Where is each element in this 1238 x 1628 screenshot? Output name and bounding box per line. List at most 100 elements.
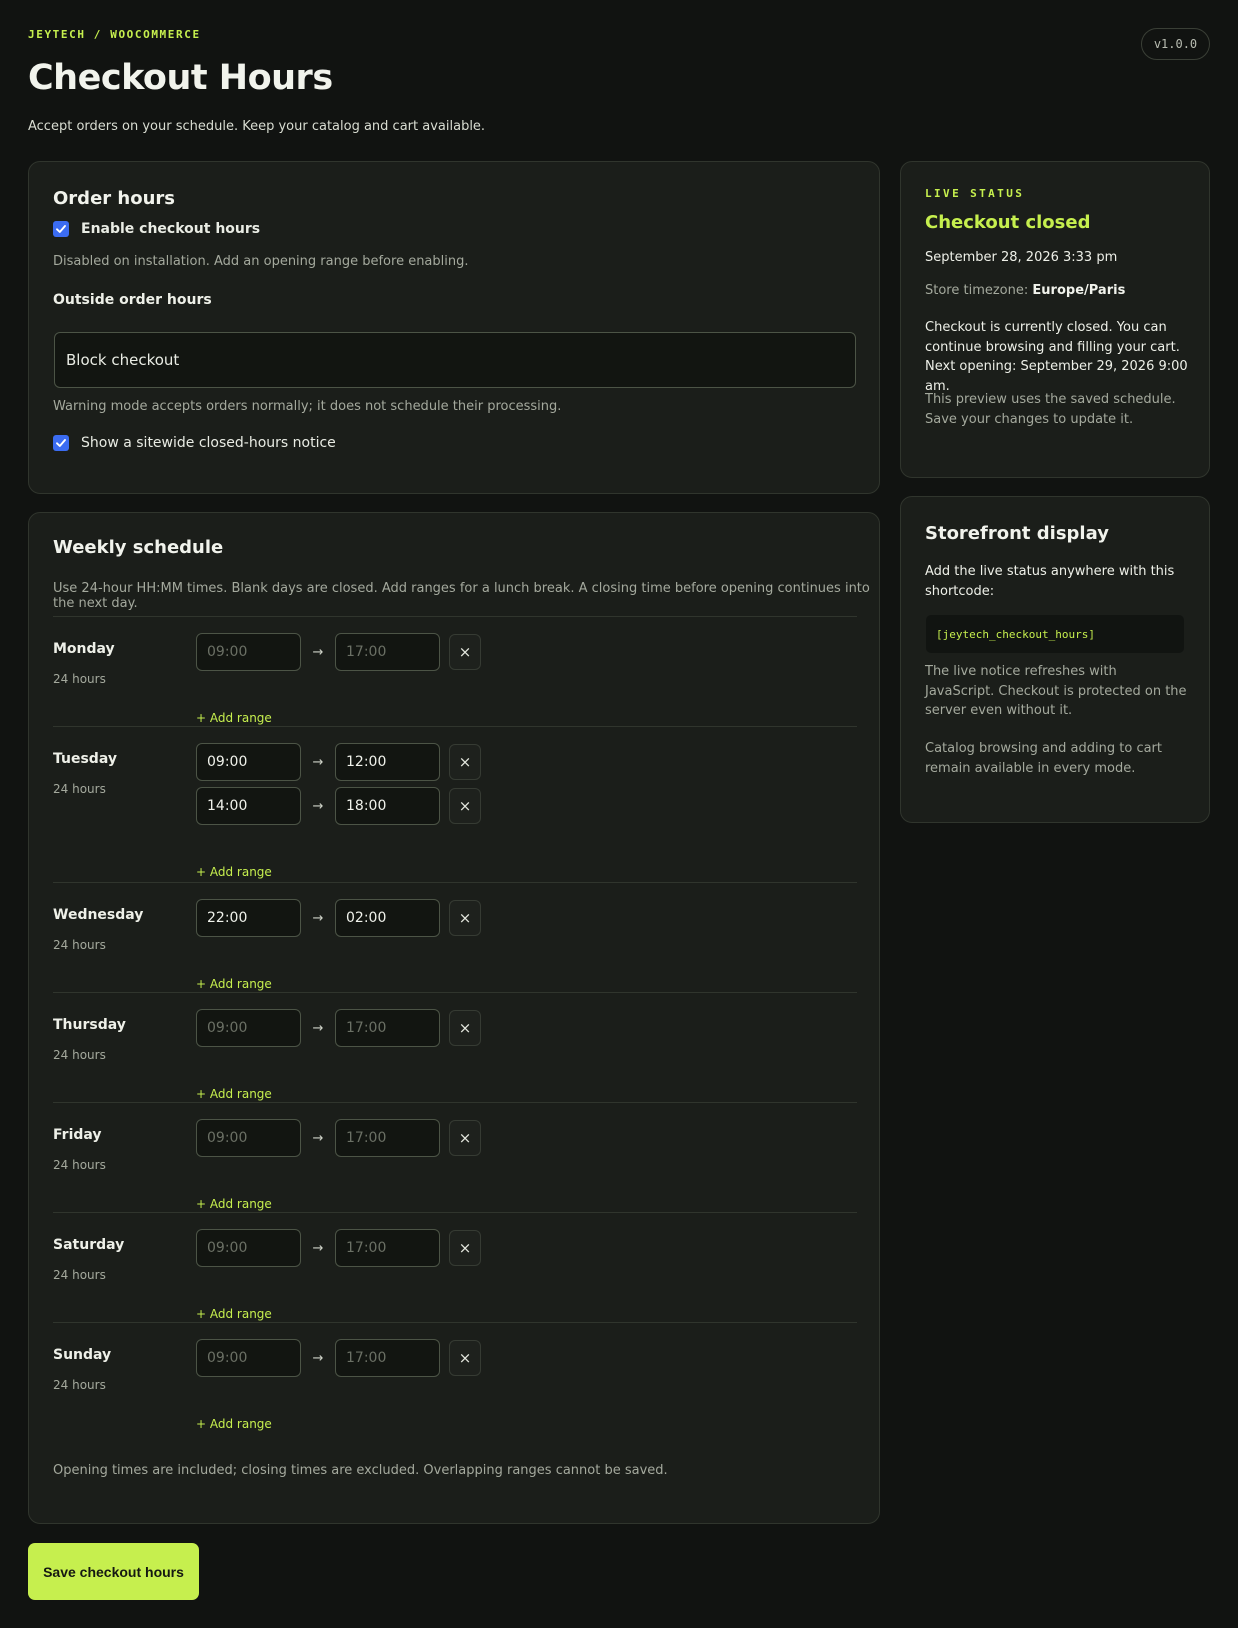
day-hours-format: 24 hours [53,1268,106,1282]
day-row-sunday: Sunday 24 hours 09:00 → 17:00 × + Add range [53,1322,857,1432]
remove-range-button[interactable]: × [449,900,481,936]
day-row-friday: Friday 24 hours 09:00 → 17:00 × + Add range [53,1102,857,1212]
time-range: 22:00 → 02:00 × [196,899,481,937]
storefront-note-js: The live notice refreshes with JavaScrip… [925,664,1187,718]
storefront-note-catalog: Catalog browsing and adding to cart rema… [925,741,1162,776]
enable-checkout-hours-label: Enable checkout hours [81,221,261,237]
add-range-link[interactable]: + Add range [196,865,272,879]
day-hours-format: 24 hours [53,1378,106,1392]
arrow-icon: → [312,1240,324,1256]
checkout-state: Checkout closed [925,212,1091,233]
preview-note: This preview uses the saved schedule. Sa… [925,392,1176,427]
day-name: Monday [53,641,115,657]
add-range-link[interactable]: + Add range [196,711,272,725]
day-hours-format: 24 hours [53,782,106,796]
time-range: 09:00 → 17:00 × [196,1119,481,1157]
day-name: Thursday [53,1017,126,1033]
time-range: 09:00 → 17:00 × [196,633,481,671]
close-time-input[interactable]: 17:00 [335,1119,440,1157]
version-badge: v1.0.0 [1141,28,1210,60]
close-icon: × [458,753,472,771]
checkmark-icon [56,225,66,233]
time-range: 09:00 → 17:00 × [196,1339,481,1377]
store-timezone-value: Europe/Paris [1032,283,1126,298]
status-message: Checkout is currently closed. You can co… [925,320,1188,394]
open-time-input[interactable]: 09:00 [196,743,301,781]
day-name: Friday [53,1127,102,1143]
day-row-tuesday: Tuesday 24 hours 09:00 → 12:00 × 14:00 → 18:00 × +… [53,726,857,882]
order-hours-card: Order hours Enable checkout hours Disabl… [28,161,880,494]
day-name: Wednesday [53,907,144,923]
store-timezone: Store timezone: Europe/Paris [925,281,1189,301]
arrow-icon: → [312,1020,324,1036]
weekly-schedule-title: Weekly schedule [53,537,224,558]
remove-range-button[interactable]: × [449,744,481,780]
add-range-link[interactable]: + Add range [196,1417,272,1431]
open-time-input[interactable]: 09:00 [196,1009,301,1047]
enable-checkout-hours-toggle[interactable]: Enable checkout hours [53,221,260,237]
day-hours-format: 24 hours [53,672,106,686]
close-icon: × [458,643,472,661]
outside-hours-help-text: Warning mode accepts orders normally; it… [53,399,562,414]
remove-range-button[interactable]: × [449,1010,481,1046]
close-icon: × [458,909,472,927]
time-range: 14:00 → 18:00 × [196,787,481,825]
close-time-input[interactable]: 02:00 [335,899,440,937]
closed-notice-toggle[interactable]: Show a sitewide closed-hours notice [53,435,336,451]
page-title: Checkout Hours [28,58,333,98]
schedule-help-text: Use 24-hour HH:MM times. Blank days are … [53,581,870,611]
open-time-input[interactable]: 09:00 [196,1119,301,1157]
order-hours-title: Order hours [53,188,176,209]
arrow-icon: → [312,910,324,926]
arrow-icon: → [312,1350,324,1366]
day-name: Tuesday [53,751,117,767]
storefront-intro: Add the live status anywhere with this s… [925,564,1175,599]
schedule-footer-note: Opening times are included; closing time… [53,1463,668,1478]
close-time-input[interactable]: 17:00 [335,1009,440,1047]
enable-help-text: Disabled on installation. Add an opening… [53,254,469,269]
day-row-wednesday: Wednesday 24 hours 22:00 → 02:00 × + Add range [53,882,857,992]
day-row-saturday: Saturday 24 hours 09:00 → 17:00 × + Add range [53,1212,857,1322]
close-time-input[interactable]: 17:00 [335,633,440,671]
close-icon: × [458,1129,472,1147]
save-checkout-hours-button[interactable]: Save checkout hours [28,1543,199,1600]
outside-hours-select[interactable]: Block checkout [54,332,856,388]
day-hours-format: 24 hours [53,1158,106,1172]
close-time-input[interactable]: 17:00 [335,1339,440,1377]
day-hours-format: 24 hours [53,938,106,952]
closed-notice-checkbox[interactable] [53,435,69,451]
open-time-input[interactable]: 09:00 [196,633,301,671]
remove-range-button[interactable]: × [449,1340,481,1376]
live-status-card: LIVE STATUS Checkout closed September 28… [900,161,1210,478]
day-row-thursday: Thursday 24 hours 09:00 → 17:00 × + Add range [53,992,857,1102]
day-hours-format: 24 hours [53,1048,106,1062]
remove-range-button[interactable]: × [449,1120,481,1156]
add-range-link[interactable]: + Add range [196,1307,272,1321]
remove-range-button[interactable]: × [449,634,481,670]
open-time-input[interactable]: 14:00 [196,787,301,825]
remove-range-button[interactable]: × [449,788,481,824]
day-name: Sunday [53,1347,112,1363]
add-range-link[interactable]: + Add range [196,1197,272,1211]
add-range-link[interactable]: + Add range [196,977,272,991]
storefront-display-card: Storefront display Add the live status a… [900,496,1210,823]
store-timezone-label: Store timezone: [925,283,1029,298]
open-time-input[interactable]: 22:00 [196,899,301,937]
time-range: 09:00 → 12:00 × [196,743,481,781]
remove-range-button[interactable]: × [449,1230,481,1266]
day-row-monday: Monday 24 hours 09:00 → 17:00 × + Add range [53,616,857,726]
outside-hours-selected-value: Block checkout [66,351,180,369]
close-time-input[interactable]: 18:00 [335,787,440,825]
arrow-icon: → [312,754,324,770]
storefront-display-title: Storefront display [925,523,1109,544]
checkmark-icon [56,439,66,447]
close-time-input[interactable]: 12:00 [335,743,440,781]
open-time-input[interactable]: 09:00 [196,1339,301,1377]
add-range-link[interactable]: + Add range [196,1087,272,1101]
enable-checkout-hours-checkbox[interactable] [53,221,69,237]
closed-notice-label: Show a sitewide closed-hours notice [81,435,336,451]
shortcode-box[interactable]: [jeytech_checkout_hours] [926,615,1184,653]
open-time-input[interactable]: 09:00 [196,1229,301,1267]
time-range: 09:00 → 17:00 × [196,1009,481,1047]
close-time-input[interactable]: 17:00 [335,1229,440,1267]
